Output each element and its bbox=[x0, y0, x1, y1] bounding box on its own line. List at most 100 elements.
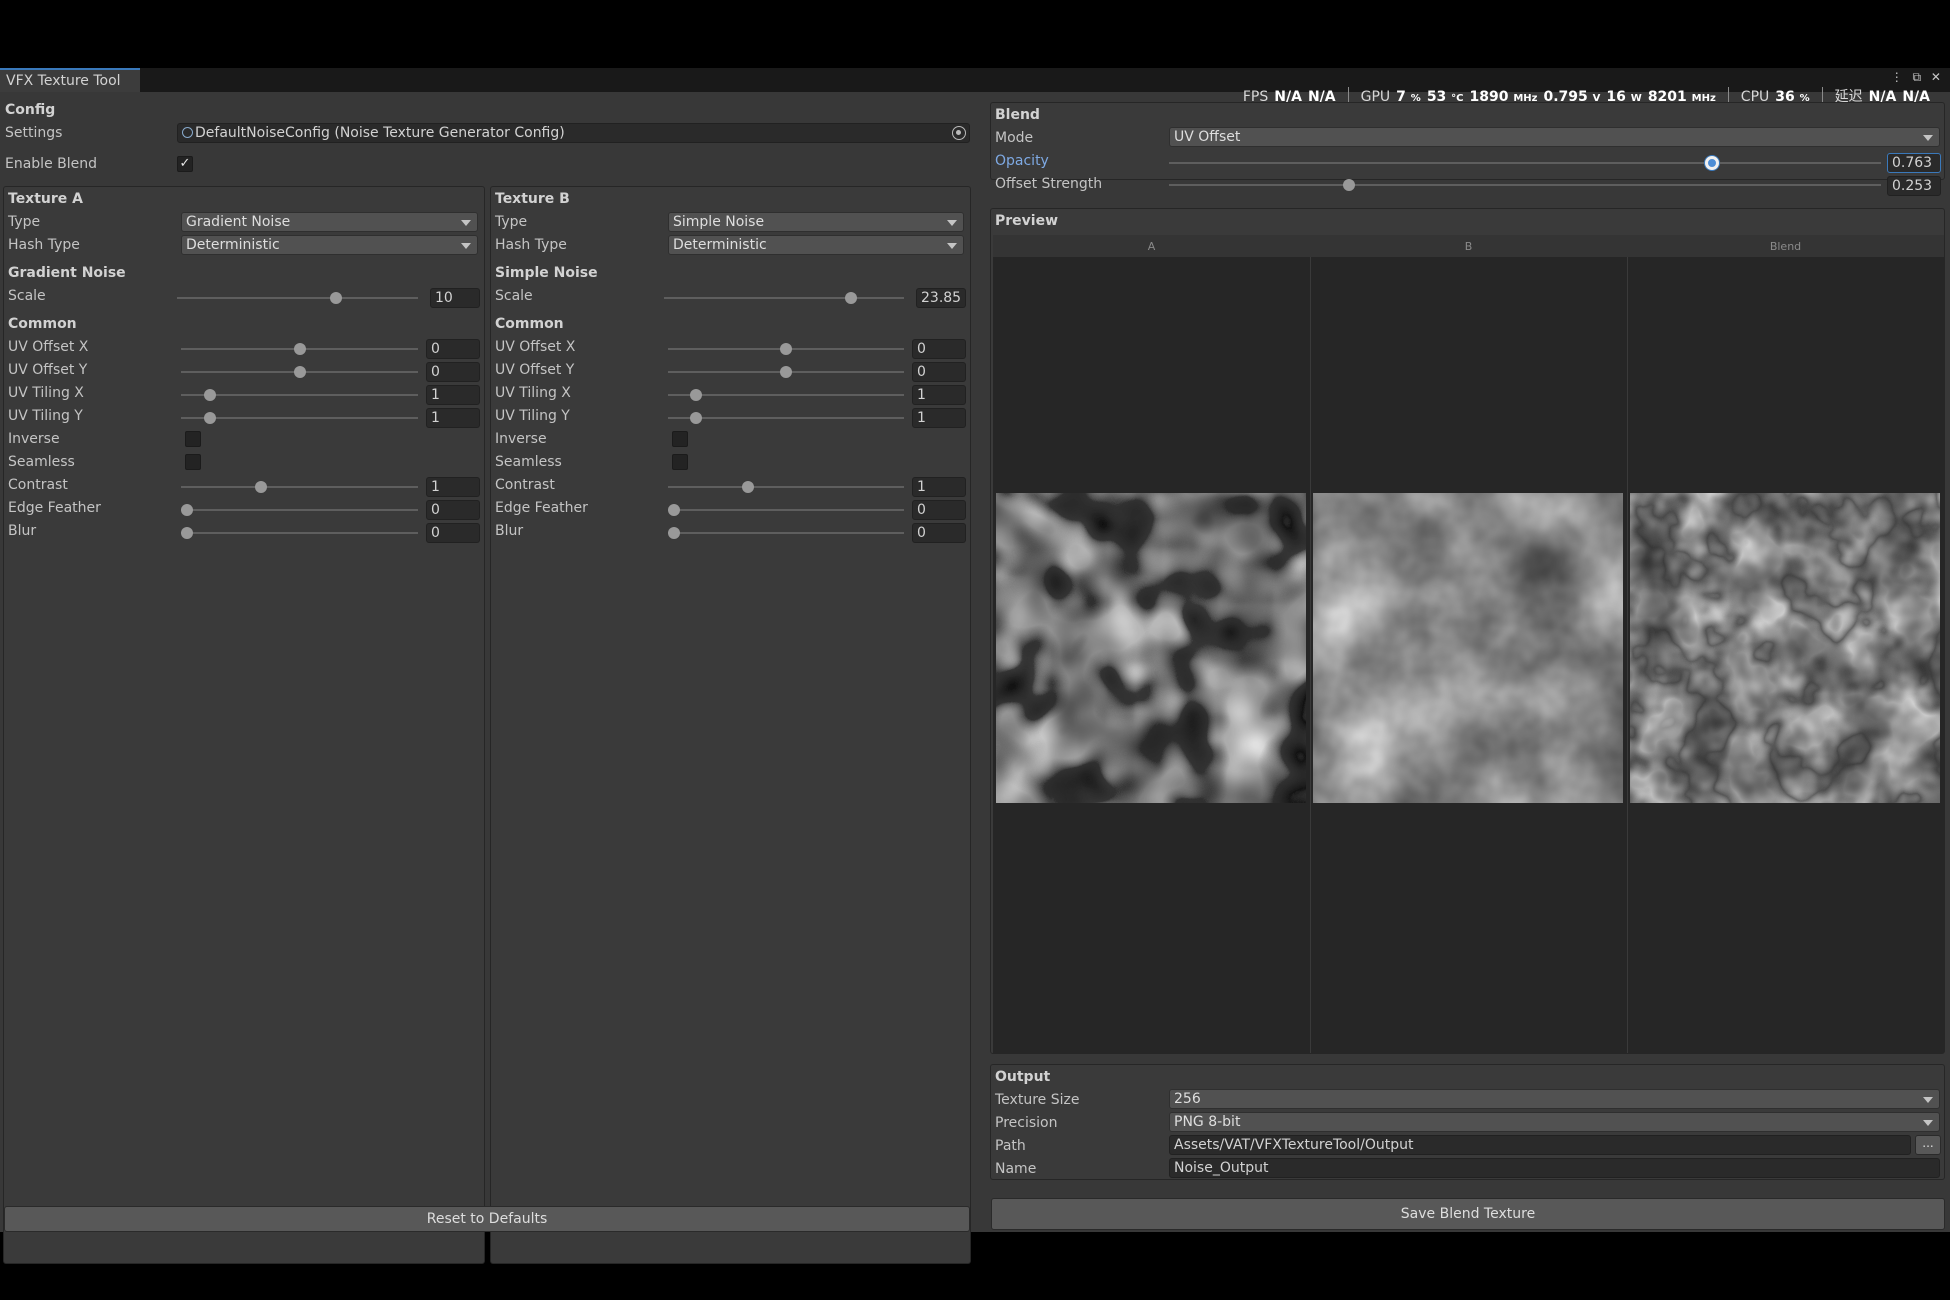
output-header: Output bbox=[995, 1069, 1051, 1085]
texture_b-blur-label: Blur bbox=[495, 523, 524, 539]
texture_b-scale-slider-handle[interactable] bbox=[845, 292, 858, 304]
texture_a-scale-value-field[interactable]: 10 bbox=[430, 288, 480, 308]
texture_a-uv-tiling-x-slider-track[interactable] bbox=[181, 394, 418, 396]
offset-strength-value-field[interactable]: 0.253 bbox=[1887, 176, 1941, 196]
texture_a-uv-offset-x-value-field[interactable]: 0 bbox=[426, 339, 480, 359]
texture_a-uv-offset-y-value-field[interactable]: 0 bbox=[426, 362, 480, 382]
texture_b-uv-offset-y-value-field[interactable]: 0 bbox=[912, 362, 966, 382]
window-buttons[interactable]: ⋮ ⧉ ✕ bbox=[1891, 70, 1944, 85]
texture_b-inverse-label: Inverse bbox=[495, 431, 547, 447]
opacity-label: Opacity bbox=[995, 153, 1049, 169]
texture_b-type-dropdown[interactable]: Simple Noise bbox=[668, 212, 964, 232]
chevron-down-icon bbox=[461, 220, 471, 226]
precision-value: PNG 8-bit bbox=[1174, 1114, 1241, 1130]
texture_b-contrast-slider-track[interactable] bbox=[668, 486, 904, 488]
texture_b-scale-value-field[interactable]: 23.85 bbox=[916, 288, 966, 308]
texture_a-inverse-checkbox[interactable] bbox=[185, 431, 201, 447]
texture_a-uv-tiling-x-value-field[interactable]: 1 bbox=[426, 385, 480, 405]
texture_a-edge-feather-value-field[interactable]: 0 bbox=[426, 500, 480, 520]
texture_b-scale-slider-track[interactable] bbox=[664, 297, 904, 299]
blend-mode-value: UV Offset bbox=[1174, 129, 1241, 145]
texture_b-blur-slider-handle[interactable] bbox=[668, 527, 680, 539]
texture_b-uv-tiling-y-slider-handle[interactable] bbox=[690, 412, 703, 424]
texture_a-scale-slider-handle[interactable] bbox=[330, 292, 343, 304]
texture-size-label: Texture Size bbox=[995, 1092, 1080, 1108]
texture_a-contrast-slider-track[interactable] bbox=[181, 486, 418, 488]
blend-mode-dropdown[interactable]: UV Offset bbox=[1169, 127, 1940, 147]
texture_a-hash-type-dropdown[interactable]: Deterministic bbox=[181, 235, 478, 255]
texture_b-uv-tiling-x-value-field[interactable]: 1 bbox=[912, 385, 966, 405]
preview-divider bbox=[1310, 257, 1311, 1053]
object-picker-icon[interactable] bbox=[952, 126, 966, 140]
opacity-slider-handle[interactable] bbox=[1705, 156, 1720, 170]
texture_b-uv-offset-x-value-field[interactable]: 0 bbox=[912, 339, 966, 359]
texture_b-uv-tiling-x-slider-track[interactable] bbox=[668, 394, 904, 396]
texture_b-blur-value-field[interactable]: 0 bbox=[912, 523, 966, 543]
name-input[interactable]: Noise_Output bbox=[1169, 1158, 1940, 1178]
blend-panel: Blend Mode UV Offset Opacity 0.763 Offse… bbox=[990, 102, 1945, 196]
offset-strength-slider-track[interactable] bbox=[1169, 184, 1881, 186]
texture_b-edge-feather-slider-track[interactable] bbox=[668, 509, 904, 511]
texture_b-uv-tiling-x-slider-handle[interactable] bbox=[690, 389, 703, 401]
chevron-down-icon bbox=[1923, 1120, 1933, 1126]
texture_a-inverse-label: Inverse bbox=[8, 431, 60, 447]
texture_b-edge-feather-slider-handle[interactable] bbox=[668, 504, 680, 516]
enable-blend-checkbox[interactable]: ✓ bbox=[177, 156, 193, 172]
texture_a-blur-slider-track[interactable] bbox=[181, 532, 418, 534]
texture_b-uv-tiling-x-label: UV Tiling X bbox=[495, 385, 571, 401]
save-blend-texture-button[interactable]: Save Blend Texture bbox=[991, 1198, 1945, 1230]
blend-mode-label: Mode bbox=[995, 130, 1034, 146]
texture_b-hash-type-dropdown[interactable]: Deterministic bbox=[668, 235, 964, 255]
texture_b-uv-tiling-y-label: UV Tiling Y bbox=[495, 408, 570, 424]
texture_a-uv-tiling-y-slider-track[interactable] bbox=[181, 417, 418, 419]
texture_a-type-dropdown[interactable]: Gradient Noise bbox=[181, 212, 478, 232]
texture_b-uv-offset-y-slider-handle[interactable] bbox=[780, 366, 792, 378]
texture_a-uv-offset-y-slider-handle[interactable] bbox=[293, 366, 306, 378]
texture_b-contrast-slider-handle[interactable] bbox=[741, 481, 754, 493]
texture_b-uv-offset-x-slider-handle[interactable] bbox=[780, 343, 792, 355]
texture_a-edge-feather-slider-track[interactable] bbox=[181, 509, 418, 511]
texture_b-inverse-checkbox[interactable] bbox=[672, 431, 688, 447]
precision-dropdown[interactable]: PNG 8-bit bbox=[1169, 1112, 1940, 1132]
texture_b-seamless-checkbox[interactable] bbox=[672, 454, 688, 470]
texture_a-uv-offset-x-label: UV Offset X bbox=[8, 339, 89, 355]
texture-size-dropdown[interactable]: 256 bbox=[1169, 1089, 1940, 1109]
texture_a-seamless-checkbox[interactable] bbox=[185, 454, 201, 470]
texture_a-uv-tiling-x-label: UV Tiling X bbox=[8, 385, 84, 401]
texture_b-uv-tiling-y-value-field[interactable]: 1 bbox=[912, 408, 966, 428]
texture_b-hash-type-label: Hash Type bbox=[495, 237, 567, 253]
texture_a-edge-feather-slider-handle[interactable] bbox=[181, 504, 193, 516]
texture_a-blur-slider-handle[interactable] bbox=[181, 527, 193, 539]
offset-strength-label: Offset Strength bbox=[995, 176, 1103, 192]
name-label: Name bbox=[995, 1161, 1037, 1177]
texture_a-edge-feather-label: Edge Feather bbox=[8, 500, 101, 516]
texture_a-uv-tiling-x-slider-handle[interactable] bbox=[203, 389, 216, 401]
texture_b-seamless-label: Seamless bbox=[495, 454, 562, 470]
texture_b-edge-feather-value-field[interactable]: 0 bbox=[912, 500, 966, 520]
preview-divider bbox=[1627, 257, 1628, 1053]
settings-object-field[interactable]: DefaultNoiseConfig (Noise Texture Genera… bbox=[177, 123, 970, 143]
enable-blend-label: Enable Blend bbox=[5, 156, 98, 172]
texture_a-blur-value-field[interactable]: 0 bbox=[426, 523, 480, 543]
opacity-slider-track[interactable] bbox=[1169, 162, 1881, 164]
texture_a-scale-slider-track[interactable] bbox=[177, 297, 418, 299]
texture_a-header: Texture A bbox=[8, 191, 83, 207]
texture_a-uv-offset-x-slider-handle[interactable] bbox=[293, 343, 306, 355]
browse-path-button[interactable]: ... bbox=[1915, 1135, 1941, 1155]
texture_b-uv-offset-y-label: UV Offset Y bbox=[495, 362, 575, 378]
tab-vfx-texture-tool[interactable]: VFX Texture Tool bbox=[0, 68, 140, 92]
texture_b-uv-tiling-y-slider-track[interactable] bbox=[668, 417, 904, 419]
preview-area: A B Blend bbox=[993, 235, 1944, 1053]
texture_b-blur-slider-track[interactable] bbox=[668, 532, 904, 534]
texture_a-contrast-slider-handle[interactable] bbox=[255, 481, 268, 493]
texture_a-uv-tiling-y-slider-handle[interactable] bbox=[203, 412, 216, 424]
texture_a-contrast-value-field[interactable]: 1 bbox=[426, 477, 480, 497]
settings-label: Settings bbox=[5, 125, 63, 141]
reset-to-defaults-button[interactable]: Reset to Defaults bbox=[4, 1206, 970, 1232]
texture_a-hash-type-label: Hash Type bbox=[8, 237, 80, 253]
opacity-value-field[interactable]: 0.763 bbox=[1887, 153, 1941, 173]
texture_b-contrast-value-field[interactable]: 1 bbox=[912, 477, 966, 497]
offset-strength-slider-handle[interactable] bbox=[1343, 179, 1356, 191]
texture_a-uv-tiling-y-value-field[interactable]: 1 bbox=[426, 408, 480, 428]
path-input[interactable]: Assets/VAT/VFXTextureTool/Output bbox=[1169, 1135, 1911, 1155]
